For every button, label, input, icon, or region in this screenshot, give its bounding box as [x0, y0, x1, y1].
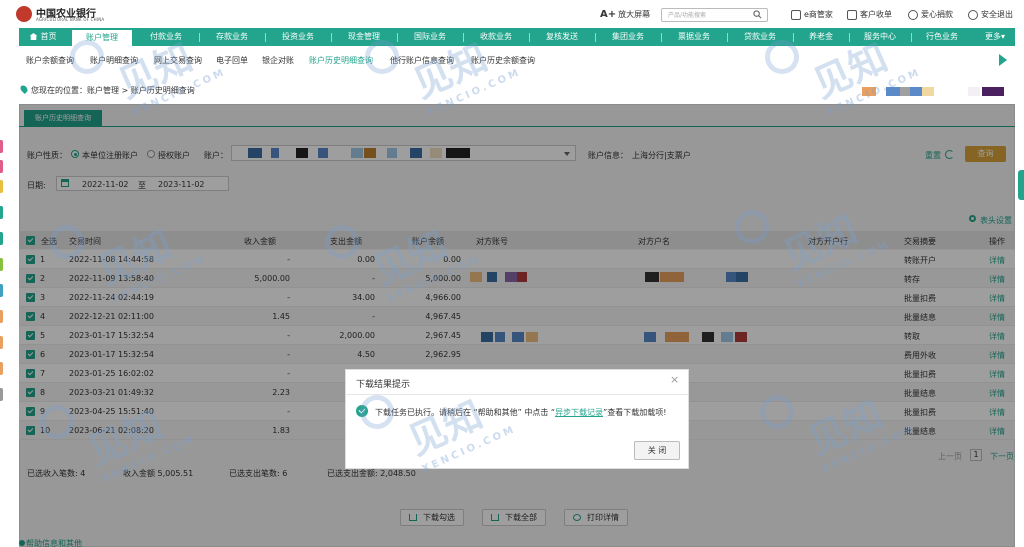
watermark-logo	[325, 225, 359, 259]
masked-user-block	[982, 87, 1004, 96]
side-tab[interactable]	[0, 362, 3, 375]
play-icon[interactable]	[999, 54, 1007, 66]
nav-bills[interactable]: 票据业务	[664, 28, 724, 46]
breadcrumb: 您现在的位置：账户管理 > 账户历史明细查询	[31, 86, 195, 95]
watermark-logo	[50, 225, 84, 259]
merchant-label: 客户收单	[860, 10, 892, 19]
masked-user-block	[900, 87, 910, 96]
subnav-reconcile[interactable]: 银企对账	[262, 55, 294, 66]
watermark-logo	[765, 40, 799, 74]
nav-deposit[interactable]: 存款业务	[202, 28, 262, 46]
nav-divider	[727, 33, 728, 42]
logout-label: 安全退出	[981, 10, 1013, 19]
search-icon[interactable]	[753, 10, 762, 19]
side-tab[interactable]	[0, 388, 3, 401]
nav-review-send[interactable]: 复核发送	[532, 28, 592, 46]
merchant-link[interactable]: 客户收单	[847, 9, 892, 20]
subnav-history-balance[interactable]: 账户历史余额查询	[471, 55, 535, 66]
nav-international[interactable]: 国际业务	[400, 28, 460, 46]
nav-investment[interactable]: 投资业务	[268, 28, 328, 46]
search-placeholder: 产品/功能搜索	[668, 12, 707, 19]
nav-payment[interactable]: 付款业务	[136, 28, 196, 46]
location-pin-icon	[19, 84, 29, 94]
side-tab[interactable]	[0, 310, 3, 323]
async-download-record-link[interactable]: 异步下载记录	[555, 408, 603, 417]
nav-divider	[661, 33, 662, 42]
donation-link[interactable]: 爱心捐款	[908, 9, 953, 20]
watermark-logo	[365, 40, 399, 74]
nav-divider	[397, 33, 398, 42]
side-tab[interactable]	[0, 336, 3, 349]
subnav-balance[interactable]: 账户余额查询	[26, 55, 74, 66]
subnav-e-receipt[interactable]: 电子回单	[216, 55, 248, 66]
power-icon	[968, 9, 978, 20]
watermark-logo	[760, 395, 794, 429]
nav-group[interactable]: 集团业务	[598, 28, 658, 46]
side-tab[interactable]	[0, 180, 3, 193]
masked-user-block	[968, 87, 980, 96]
nav-home-label: 首页	[40, 32, 57, 41]
nav-divider	[199, 33, 200, 42]
nav-pension[interactable]: 养老金	[796, 28, 846, 46]
home-icon	[29, 33, 38, 40]
nav-divider	[529, 33, 530, 42]
e-manager-label: e商管家	[804, 10, 833, 19]
nav-divider	[265, 33, 266, 42]
abc-logo-icon	[16, 6, 32, 22]
big-screen-button[interactable]: A+ 放大屏幕	[600, 9, 650, 20]
right-side-tab[interactable]	[1018, 170, 1024, 200]
dialog-close-button[interactable]: 关 闭	[634, 441, 680, 460]
big-screen-label: 放大屏幕	[618, 10, 651, 19]
watermark-logo	[735, 210, 769, 244]
nav-special[interactable]: 行色业务	[914, 28, 970, 46]
subnav-other-bank[interactable]: 他行账户信息查询	[390, 55, 454, 66]
donation-label: 爱心捐款	[921, 10, 953, 19]
brand-name-en: AGRICULTURAL BANK OF CHINA	[36, 17, 105, 22]
nav-more[interactable]: 更多▾	[979, 28, 1011, 46]
monitor-icon	[791, 9, 801, 20]
side-tab[interactable]	[0, 258, 3, 271]
masked-user-block	[922, 87, 934, 96]
dialog-message-tail: ”查看下载加载项!	[603, 408, 667, 417]
nav-collection[interactable]: 收款业务	[466, 28, 526, 46]
dialog-message-text: 下载任务已执行。请稍后在 “帮助和其他” 中点击 “	[375, 408, 556, 417]
nav-divider	[849, 33, 850, 42]
main-nav: 首页 账户管理 付款业务 存款业务 投资业务 现金管理 国际业务 收款业务 复核…	[19, 28, 1015, 46]
side-tab[interactable]	[0, 140, 3, 153]
watermark-logo	[70, 40, 104, 74]
side-tab[interactable]	[0, 232, 3, 245]
font-size-icon: A+	[600, 9, 617, 20]
nav-divider	[463, 33, 464, 42]
heart-hand-icon	[908, 9, 918, 20]
nav-service-center[interactable]: 服务中心	[852, 28, 908, 46]
e-manager-link[interactable]: e商管家	[791, 9, 833, 20]
subnav-history-detail[interactable]: 账户历史明细查询	[309, 55, 373, 66]
logout-link[interactable]: 安全退出	[968, 9, 1013, 20]
masked-user-block	[862, 87, 876, 96]
side-tab[interactable]	[0, 206, 3, 219]
watermark-logo	[360, 395, 394, 429]
sub-nav: 账户余额查询 账户明细查询 网上交易查询 电子回单 银企对账 账户历史明细查询 …	[19, 46, 1015, 74]
close-icon[interactable]: ×	[670, 373, 679, 386]
receipt-icon	[847, 9, 857, 20]
watermark-logo	[40, 405, 74, 439]
nav-home[interactable]: 首页	[23, 28, 63, 46]
dialog-title: 下载结果提示	[356, 380, 411, 390]
side-tab[interactable]	[0, 160, 3, 173]
nav-divider	[911, 33, 912, 42]
dialog-message: 下载任务已执行。请稍后在 “帮助和其他” 中点击 “异步下载记录”查看下载加载项…	[375, 406, 675, 419]
nav-divider	[595, 33, 596, 42]
nav-divider	[793, 33, 794, 42]
subnav-online-txn[interactable]: 网上交易查询	[154, 55, 202, 66]
masked-user-block	[910, 87, 922, 96]
modal-overlay	[19, 104, 1015, 547]
masked-user-block	[886, 87, 900, 96]
nav-divider	[331, 33, 332, 42]
side-tab[interactable]	[0, 284, 3, 297]
